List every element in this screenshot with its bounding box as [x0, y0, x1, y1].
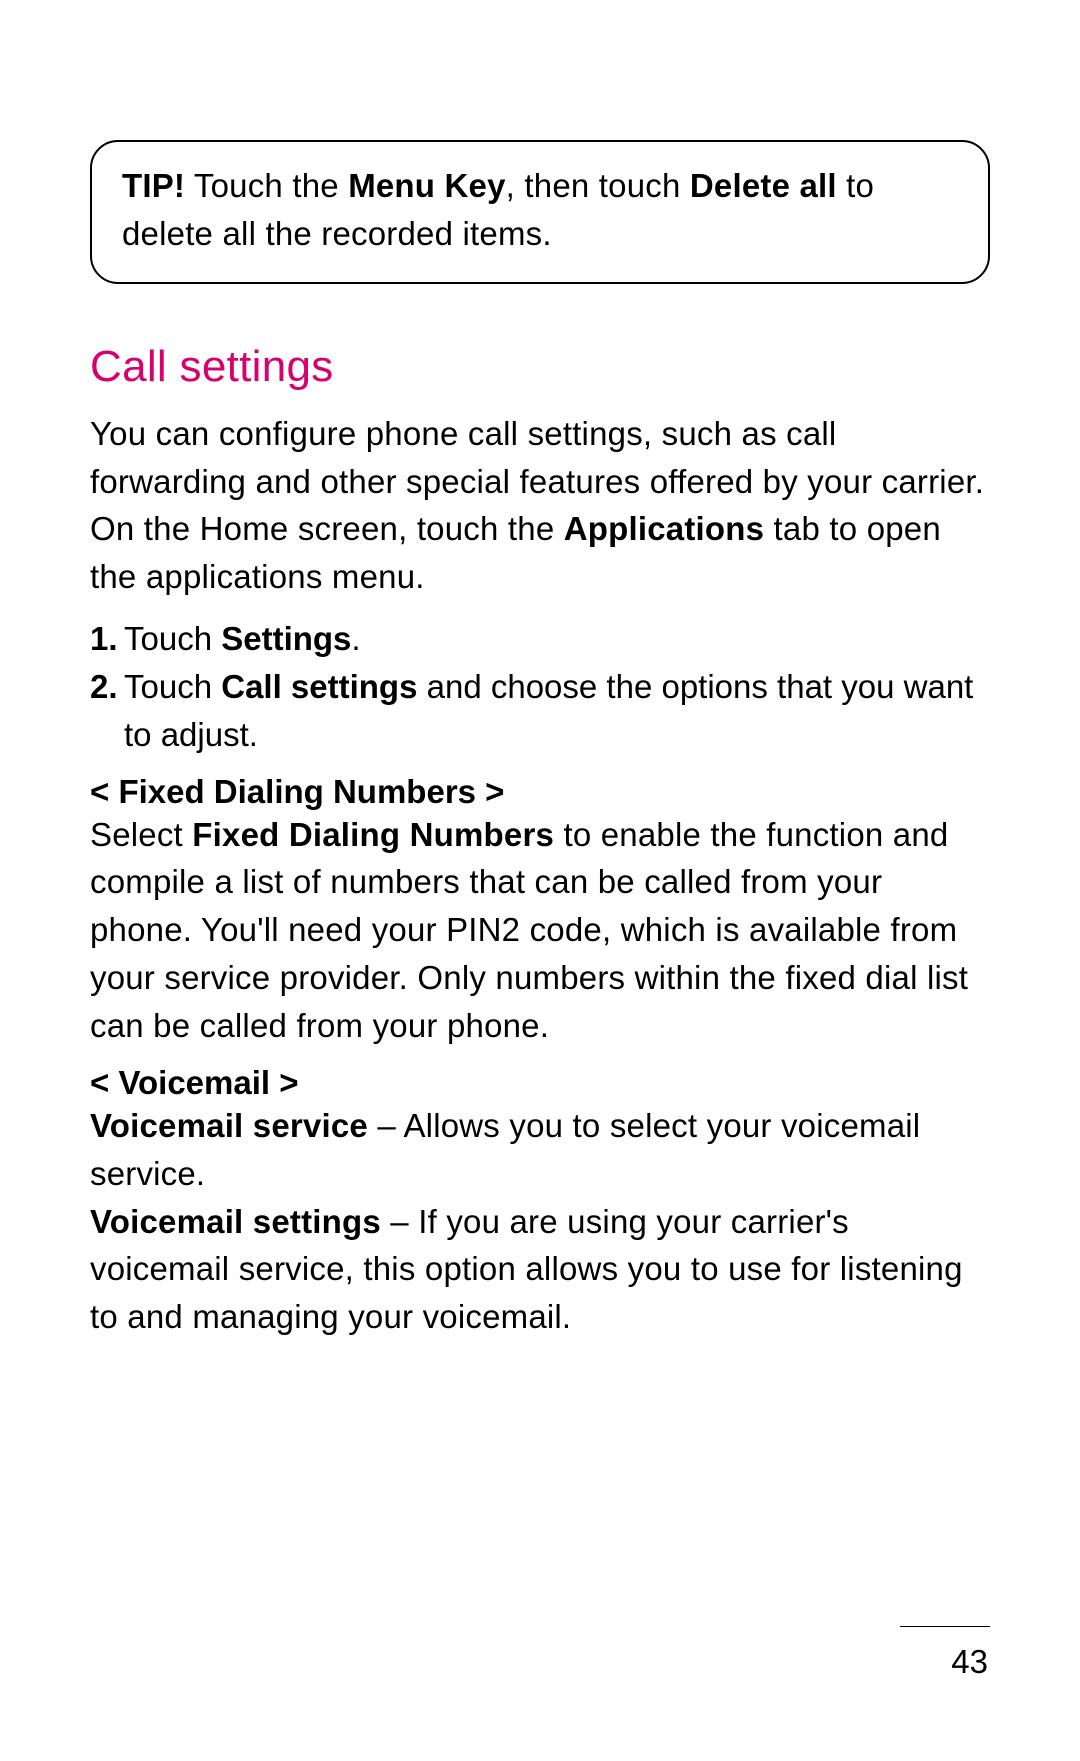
voicemail-settings-paragraph: Voicemail settings – If you are using yo… — [90, 1198, 990, 1342]
tip-prefix: TIP! — [122, 167, 185, 204]
step-body: Touch Call settings and choose the optio… — [124, 663, 990, 759]
steps-list: 1. Touch Settings. 2. Touch Call setting… — [90, 615, 990, 759]
step-bold-call-settings: Call settings — [221, 668, 417, 705]
vm-settings-bold: Voicemail settings — [90, 1203, 381, 1240]
step-text: . — [351, 620, 360, 657]
subhead-fixed-dialing-numbers: < Fixed Dialing Numbers > — [90, 773, 990, 811]
step-item: 2. Touch Call settings and choose the op… — [90, 663, 990, 759]
step-body: Touch Settings. — [124, 615, 361, 663]
fdn-text: Select — [90, 816, 192, 853]
voicemail-service-paragraph: Voicemail service – Allows you to select… — [90, 1102, 990, 1198]
page-number: 43 — [951, 1643, 988, 1681]
section-heading-call-settings: Call settings — [90, 342, 990, 392]
tip-text: Touch the — [185, 167, 348, 204]
tip-bold-delete-all: Delete all — [690, 167, 837, 204]
manual-page: TIP! Touch the Menu Key, then touch Dele… — [0, 0, 1080, 1761]
intro-text: On the Home screen, touch the — [90, 510, 564, 547]
intro-paragraph-1: You can configure phone call settings, s… — [90, 410, 990, 506]
intro-bold-applications: Applications — [564, 510, 764, 547]
step-item: 1. Touch Settings. — [90, 615, 990, 663]
subhead-voicemail: < Voicemail > — [90, 1064, 990, 1102]
tip-box: TIP! Touch the Menu Key, then touch Dele… — [90, 140, 990, 284]
step-text: Touch — [124, 668, 221, 705]
step-number: 2. — [90, 663, 124, 759]
fdn-bold: Fixed Dialing Numbers — [192, 816, 554, 853]
vm-service-bold: Voicemail service — [90, 1107, 368, 1144]
tip-bold-menu-key: Menu Key — [348, 167, 505, 204]
step-bold-settings: Settings — [221, 620, 351, 657]
tip-text: , then touch — [506, 167, 690, 204]
page-number-rule — [900, 1626, 990, 1627]
intro-paragraph-2: On the Home screen, touch the Applicatio… — [90, 505, 990, 601]
fdn-paragraph: Select Fixed Dialing Numbers to enable t… — [90, 811, 990, 1050]
step-number: 1. — [90, 615, 124, 663]
step-text: Touch — [124, 620, 221, 657]
